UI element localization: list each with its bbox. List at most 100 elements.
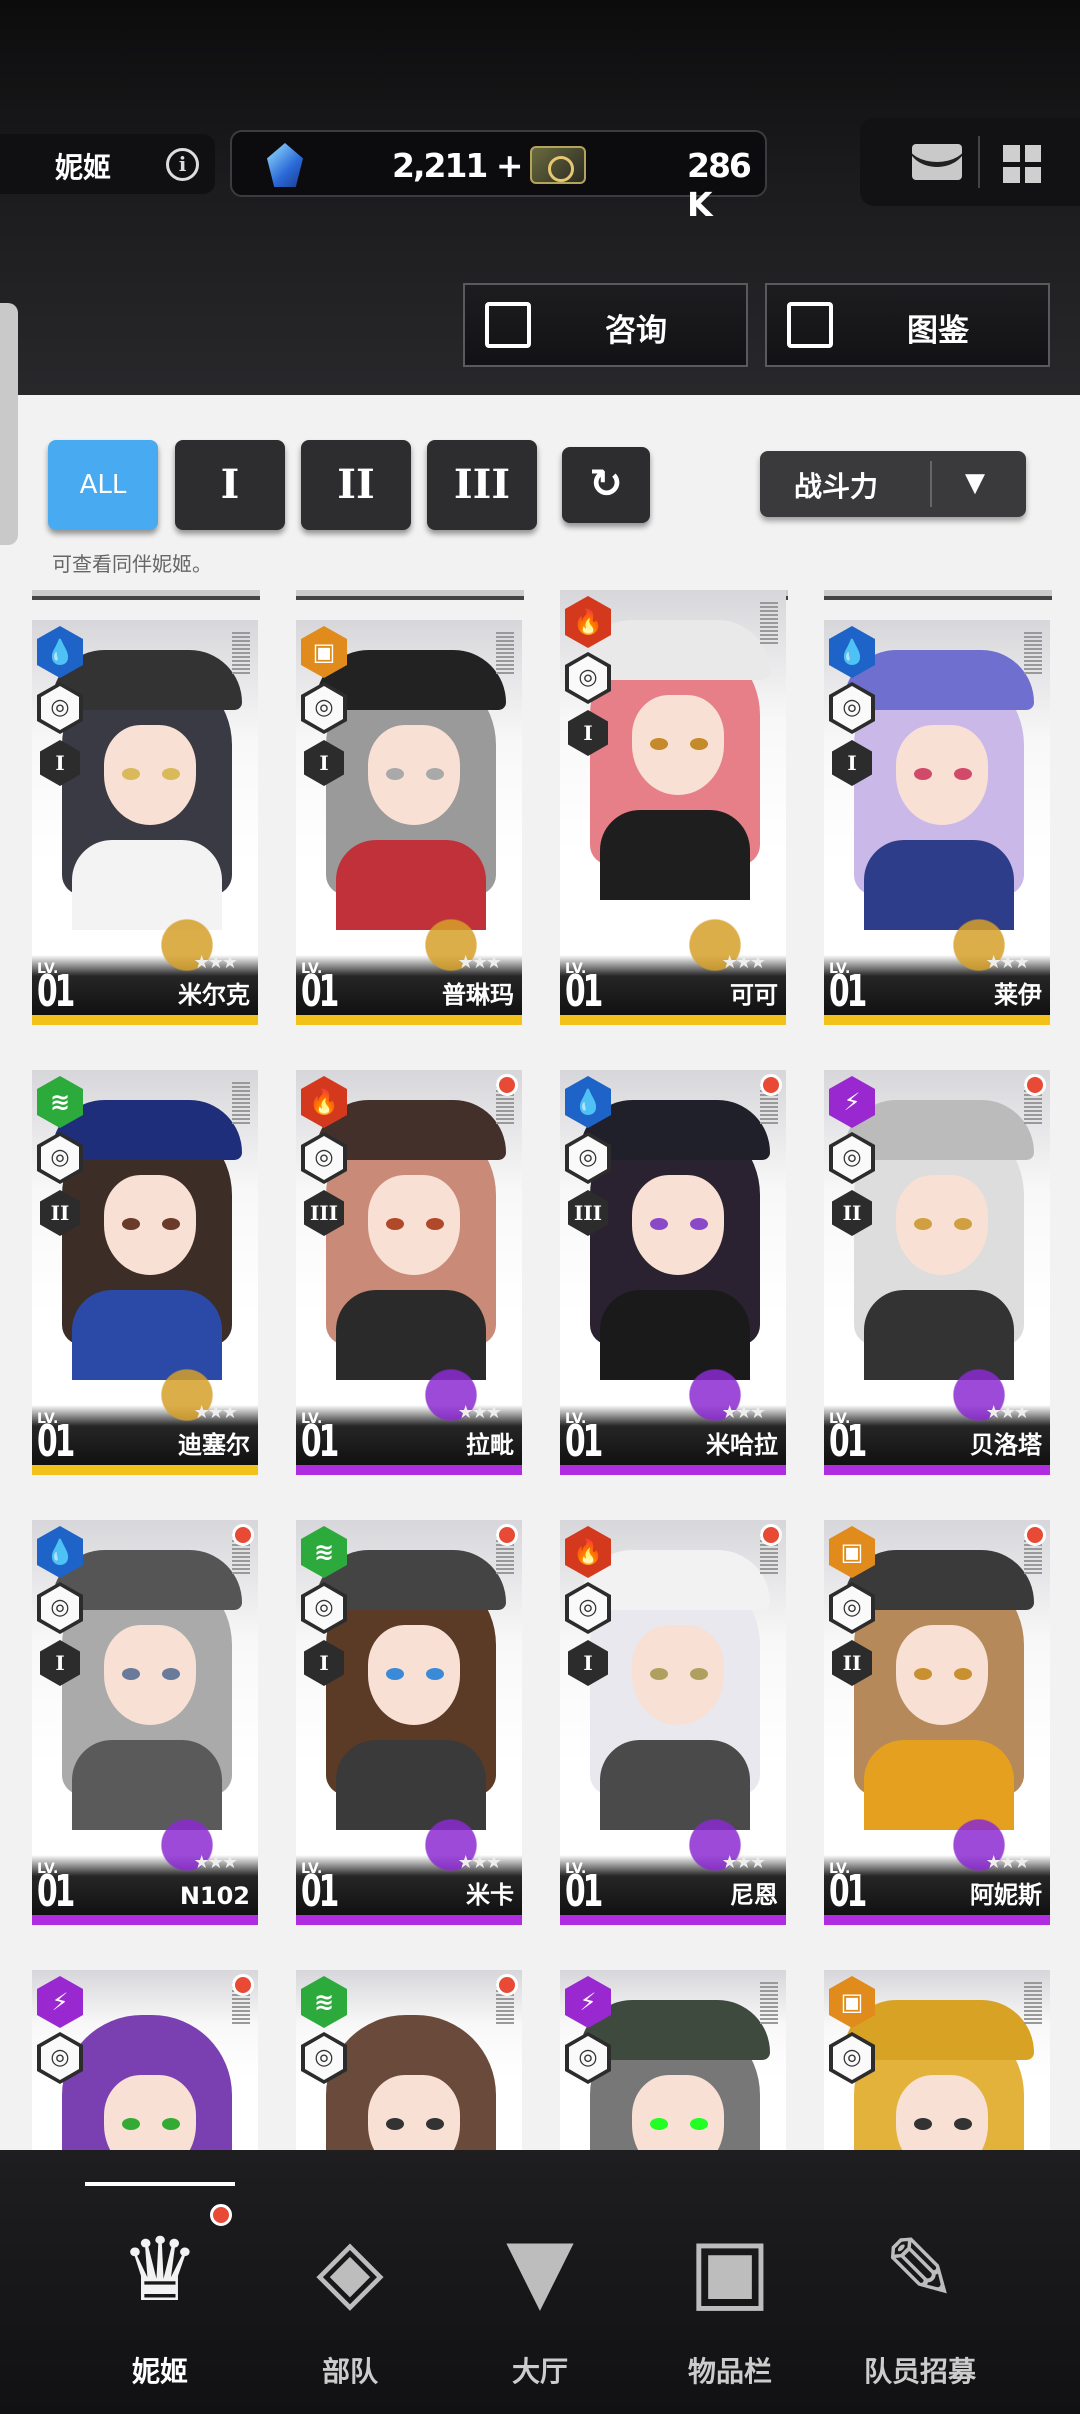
- player-name-box[interactable]: 妮姬 i: [0, 134, 215, 194]
- nikke-card[interactable]: ▣ ◎ II ★★★ LV. 01 阿妮斯: [824, 1520, 1050, 1925]
- gem-plus[interactable]: +: [496, 146, 524, 185]
- sort-dropdown[interactable]: 战斗力 ▼: [760, 451, 1026, 517]
- menu-grid-icon[interactable]: [1003, 145, 1041, 183]
- nav-label: 大厅: [511, 2355, 568, 2388]
- nikke-card[interactable]: 💧 ◎ III ★★★ LV. 01 米哈拉: [560, 1070, 786, 1475]
- character-portrait: [580, 620, 770, 900]
- character-portrait: [580, 1550, 770, 1830]
- nikke-name: 普琳玛: [442, 981, 514, 1009]
- nav-nikke[interactable]: ♛ 妮姬: [80, 2200, 240, 2400]
- list-hint: 可查看同伴妮姬。: [52, 552, 212, 576]
- squad-icon: ◈: [316, 2218, 384, 2321]
- sort-label: 战斗力: [794, 470, 879, 503]
- rarity-strip: [560, 1015, 786, 1025]
- new-badge: [496, 1974, 518, 1996]
- barcode-icon: [232, 632, 250, 676]
- filter-tier1-button[interactable]: I: [175, 440, 285, 530]
- barcode-icon: [496, 632, 514, 676]
- nav-inventory[interactable]: ▣ 物品栏: [650, 2200, 810, 2400]
- nav-squad[interactable]: ◈ 部队: [270, 2200, 430, 2400]
- character-portrait: [316, 1100, 506, 1380]
- player-name: 妮姬: [55, 151, 112, 184]
- star-rating-icon: ★★★: [457, 1402, 502, 1423]
- nikke-card[interactable]: ⚡ ◎: [32, 1970, 258, 2150]
- nikke-card[interactable]: 💧 ◎ I ★★★ LV. 01 米尔克: [32, 620, 258, 1025]
- character-portrait: [52, 1550, 242, 1830]
- character-portrait: [844, 650, 1034, 930]
- level-value: 01: [829, 966, 867, 1017]
- nikke-name: 莱伊: [994, 981, 1042, 1009]
- credit-icon: [530, 146, 586, 184]
- rarity-strip: [560, 1465, 786, 1475]
- nikke-card[interactable]: 🔥 ◎ III ★★★ LV. 01 拉毗: [296, 1070, 522, 1475]
- star-rating-icon: ★★★: [457, 952, 502, 973]
- character-portrait: [580, 1100, 770, 1380]
- character-portrait: [316, 1550, 506, 1830]
- character-portrait: [580, 2000, 770, 2150]
- barcode-icon: [1024, 1982, 1042, 2026]
- barcode-icon: [760, 1982, 778, 2026]
- rarity-strip: [32, 1465, 258, 1475]
- nikke-card[interactable]: 💧 ◎ I ★★★ LV. 01 莱伊: [824, 620, 1050, 1025]
- nikke-card[interactable]: ▣ ◎: [824, 1970, 1050, 2150]
- filter-tier2-button[interactable]: II: [301, 440, 411, 530]
- character-portrait: [52, 650, 242, 930]
- nav-label: 队员招募: [863, 2355, 976, 2388]
- level-value: 01: [565, 1416, 603, 1467]
- level-value: 01: [301, 966, 339, 1017]
- consult-button[interactable]: 咨询: [463, 283, 748, 367]
- filter-tier3-button[interactable]: III: [427, 440, 537, 530]
- nav-recruit[interactable]: ✎ 队员招募: [840, 2200, 1000, 2400]
- nikke-name: 可可: [730, 981, 778, 1009]
- divider: [930, 461, 932, 507]
- nav-label: 妮姬: [131, 2355, 188, 2388]
- nikke-card[interactable]: ≋ ◎ I ★★★ LV. 01 米卡: [296, 1520, 522, 1925]
- new-badge: [232, 1974, 254, 1996]
- nav-label: 部队: [321, 2355, 378, 2388]
- nav-label: 物品栏: [687, 2355, 772, 2388]
- nikke-card[interactable]: 🔥 ◎ I ★★★ LV. 01 可可: [560, 590, 786, 1025]
- new-badge: [760, 1074, 782, 1096]
- nikke-card[interactable]: 💧 ◎ I ★★★ LV. 01 N102: [32, 1520, 258, 1925]
- nikke-card[interactable]: ≋ ◎: [296, 1970, 522, 2150]
- nikke-card[interactable]: ▣ ◎ I ★★★ LV. 01 普琳玛: [296, 620, 522, 1025]
- nav-lobby[interactable]: ▼ 大厅: [460, 2200, 620, 2400]
- inventory-icon: ▣: [688, 2218, 772, 2321]
- codex-label: 图鉴: [907, 313, 969, 349]
- nikke-card[interactable]: ⚡ ◎ II ★★★ LV. 01 贝洛塔: [824, 1070, 1050, 1475]
- barcode-icon: [760, 602, 778, 646]
- rarity-strip: [824, 1015, 1050, 1025]
- nikke-card[interactable]: ≋ ◎ II ★★★ LV. 01 迪塞尔: [32, 1070, 258, 1475]
- level-value: 01: [301, 1416, 339, 1467]
- side-drawer-handle[interactable]: [0, 303, 18, 545]
- list-top-edge: [32, 590, 260, 600]
- nikke-card[interactable]: ⚡ ◎: [560, 1970, 786, 2150]
- gem-count[interactable]: 2,211 +: [392, 146, 524, 185]
- star-rating-icon: ★★★: [721, 1852, 766, 1873]
- level-value: 01: [565, 1866, 603, 1917]
- filter-all-button[interactable]: ALL: [48, 440, 158, 530]
- star-rating-icon: ★★★: [985, 1852, 1030, 1873]
- new-badge: [496, 1074, 518, 1096]
- top-header: 妮姬 i 2,211 + 286 K 咨询 图鉴: [0, 0, 1080, 395]
- level-value: 01: [829, 1866, 867, 1917]
- bottom-nav: ♛ 妮姬 ◈ 部队 ▼ 大厅 ▣ 物品栏 ✎ 队员招募: [0, 2150, 1080, 2414]
- level-value: 01: [37, 966, 75, 1017]
- nikke-card[interactable]: 🔥 ◎ I ★★★ LV. 01 尼恩: [560, 1520, 786, 1925]
- mail-icon[interactable]: [912, 144, 962, 180]
- rarity-strip: [824, 1915, 1050, 1925]
- refresh-icon[interactable]: ↻: [562, 447, 650, 523]
- info-icon[interactable]: i: [166, 148, 199, 181]
- level-value: 01: [37, 1416, 75, 1467]
- new-badge: [232, 1524, 254, 1546]
- nikke-name: N102: [179, 1882, 250, 1910]
- codex-button[interactable]: 图鉴: [765, 283, 1050, 367]
- new-badge: [1024, 1074, 1046, 1096]
- credit-count: 286 K: [687, 146, 752, 224]
- rarity-strip: [560, 1915, 786, 1925]
- new-badge: [496, 1524, 518, 1546]
- rarity-strip: [32, 1915, 258, 1925]
- star-rating-icon: ★★★: [193, 952, 238, 973]
- nikke-name: 米哈拉: [706, 1431, 778, 1459]
- codex-icon: [787, 302, 833, 348]
